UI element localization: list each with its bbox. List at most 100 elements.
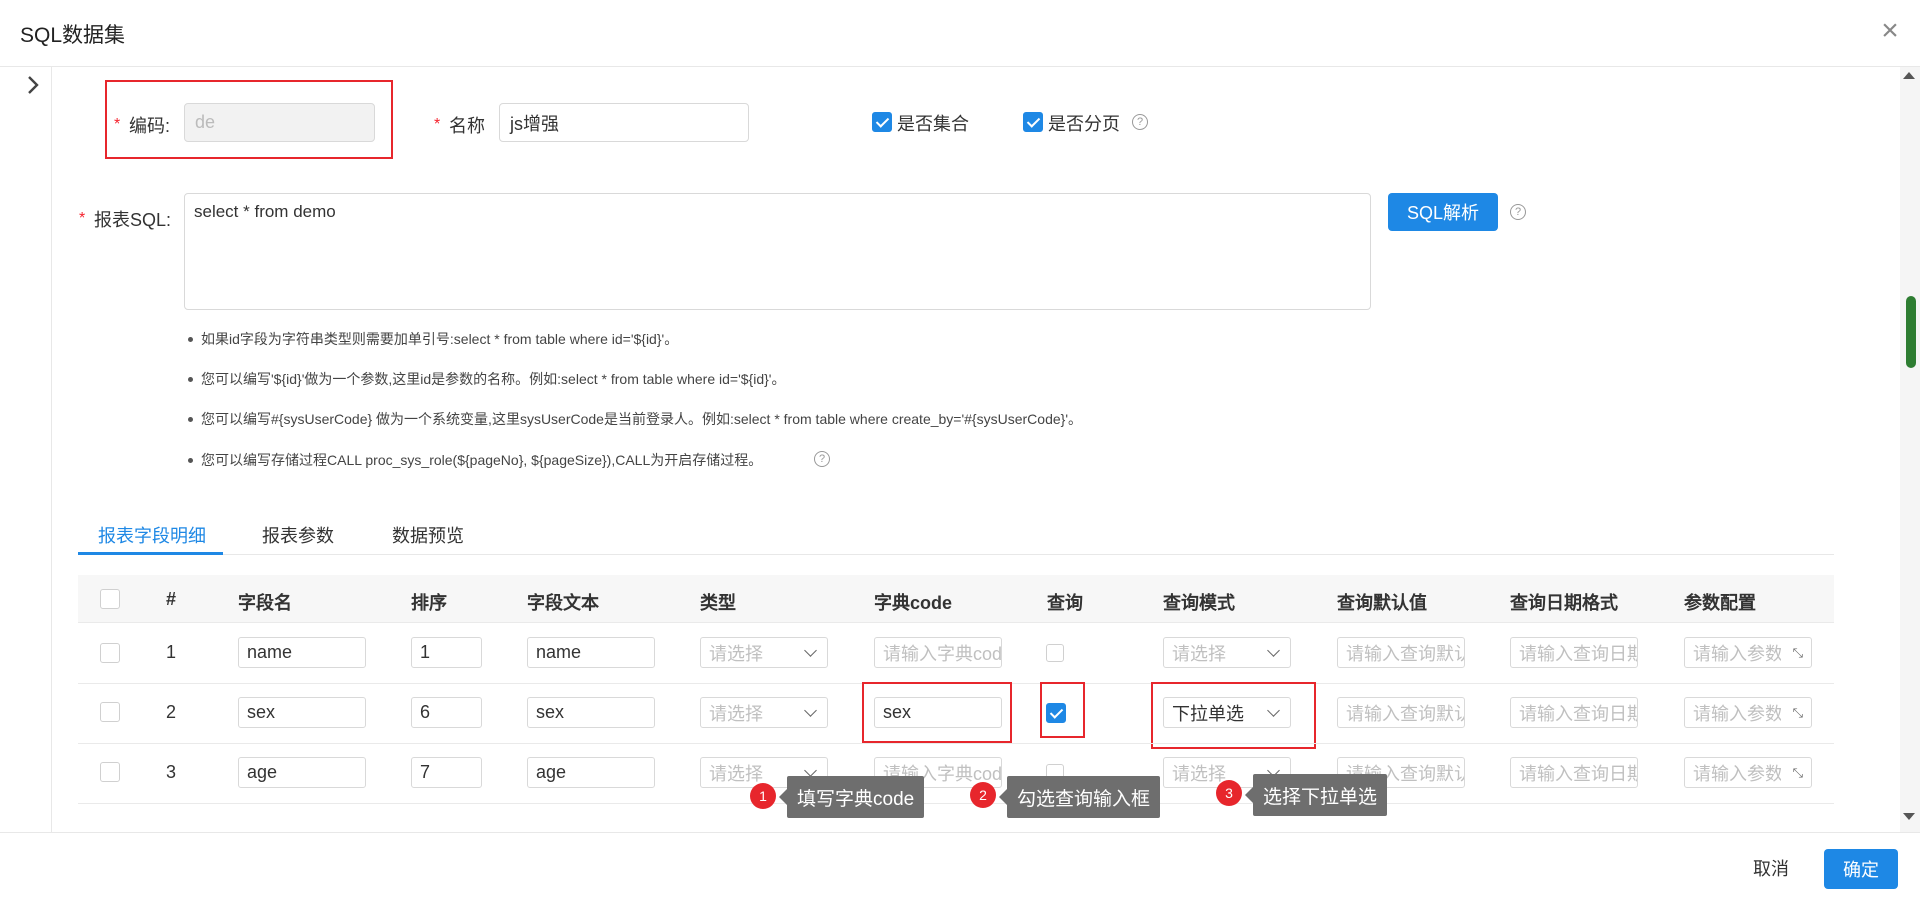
confirm-button[interactable]: 确定 [1824,849,1898,889]
field-name-input[interactable]: age [238,757,366,788]
col-field-text: 字段文本 [527,593,599,613]
col-index: # [166,589,177,609]
field-text-input[interactable]: age [527,757,655,788]
is-paged-label: 是否分页 [1048,114,1120,134]
help-icon[interactable]: ? [814,451,830,467]
sql-textarea[interactable]: select * from demo [184,193,1371,310]
col-type: 类型 [700,593,736,613]
row-checkbox[interactable] [100,643,120,663]
col-query: 查询 [1047,593,1083,613]
side-rail [0,67,52,832]
step-badge: 2 [970,782,996,808]
sql-parse-button[interactable]: SQL解析 [1388,193,1498,231]
help-icon[interactable]: ? [1132,114,1148,130]
field-name-input[interactable]: name [238,637,366,668]
tab-data-preview[interactable]: 数据预览 [392,522,464,548]
is-collection-checkbox[interactable] [872,112,892,132]
row-divider [78,743,1834,744]
row-checkbox[interactable] [100,762,120,782]
scroll-up-arrow[interactable] [1903,72,1915,79]
query-mode-placeholder: 请选择 [1172,763,1226,784]
param-config-input[interactable]: 请输入参数配置 ⤡ [1684,757,1812,788]
col-field-name: 字段名 [238,593,292,613]
name-input[interactable]: js增强 [499,103,749,142]
tip-item: 您可以编写存储过程CALL proc_sys_role(${pageNo}, $… [187,452,763,468]
default-value-input[interactable]: 请输入查询默认值 [1337,697,1465,728]
query-checkbox[interactable] [1046,703,1066,723]
type-select-placeholder: 请选择 [709,763,763,784]
select-all-checkbox[interactable] [100,589,120,609]
required-mark: * [114,116,121,133]
query-mode-value: 下拉单选 [1172,703,1244,724]
expand-icon[interactable]: ⤡ [1793,645,1803,661]
field-text-input[interactable]: name [527,637,655,668]
row-index: 1 [166,642,177,662]
step-badge: 1 [750,783,776,809]
order-input[interactable]: 6 [411,697,482,728]
code-label: 编码: [129,116,171,136]
type-select[interactable]: 请选择 [700,637,828,668]
param-config-input[interactable]: 请输入参数配置 ⤡ [1684,697,1812,728]
modal-footer [0,832,1920,900]
row-divider [78,803,1834,804]
col-date-format: 查询日期格式 [1510,593,1618,613]
help-icon[interactable]: ? [1510,204,1526,220]
dict-code-input[interactable]: sex [874,697,1002,728]
required-mark: * [79,210,86,227]
param-config-placeholder: 请输入参数配置 [1693,763,1781,784]
callout-tooltip: 勾选查询输入框 [998,776,1161,818]
scroll-down-arrow[interactable] [1903,813,1915,820]
chevron-down-icon [804,704,817,717]
date-format-input[interactable]: 请输入查询日期格式 [1510,637,1638,668]
is-paged-checkbox[interactable] [1023,112,1043,132]
col-order: 排序 [411,593,447,613]
scrollbar-track[interactable] [1900,67,1920,832]
row-index: 2 [166,702,177,722]
param-config-placeholder: 请输入参数配置 [1693,643,1781,664]
code-input[interactable]: de [184,103,375,142]
step-badge: 3 [1216,780,1242,806]
date-format-input[interactable]: 请输入查询日期格式 [1510,697,1638,728]
close-icon[interactable]: × [1878,16,1902,46]
tab-field-details[interactable]: 报表字段明细 [98,522,206,548]
callout-tooltip: 填写字典code [778,776,925,818]
type-select[interactable]: 请选择 [700,697,828,728]
expand-icon[interactable]: ⤡ [1793,765,1803,781]
order-input[interactable]: 7 [411,757,482,788]
dict-code-input[interactable]: 请输入字典code [874,637,1002,668]
is-collection-label: 是否集合 [897,114,969,134]
default-value-input[interactable]: 请输入查询默认值 [1337,637,1465,668]
tab-bar [78,508,1834,555]
query-checkbox[interactable] [1046,644,1064,662]
date-format-input[interactable]: 请输入查询日期格式 [1510,757,1638,788]
query-mode-select[interactable]: 下拉单选 [1163,697,1291,728]
active-tab-indicator [78,552,223,555]
field-text-input[interactable]: sex [527,697,655,728]
row-index: 3 [166,762,177,782]
tip-item: 如果id字段为字符串类型则需要加单引号:select * from table … [187,331,679,347]
modal-header [0,0,1920,67]
modal-title: SQL数据集 [20,24,126,47]
cancel-button[interactable]: 取消 [1736,849,1806,887]
tab-report-params[interactable]: 报表参数 [262,522,334,548]
col-param-config: 参数配置 [1684,593,1756,613]
name-label: 名称 [449,116,485,136]
chevron-down-icon [1267,644,1280,657]
required-mark: * [434,116,441,133]
callout-tooltip: 选择下拉单选 [1244,774,1388,816]
param-config-input[interactable]: 请输入参数配置 ⤡ [1684,637,1812,668]
sql-label: 报表SQL: [94,210,172,230]
type-select-placeholder: 请选择 [709,703,763,724]
col-dict-code: 字典code [874,593,953,613]
scrollbar-thumb[interactable] [1906,296,1916,368]
row-checkbox[interactable] [100,702,120,722]
chevron-down-icon [1267,704,1280,717]
chevron-right-icon[interactable] [20,72,46,98]
chevron-down-icon [804,644,817,657]
field-name-input[interactable]: sex [238,697,366,728]
chevron-down-icon [804,764,817,777]
order-input[interactable]: 1 [411,637,482,668]
type-select-placeholder: 请选择 [709,643,763,664]
expand-icon[interactable]: ⤡ [1793,705,1803,721]
query-mode-select[interactable]: 请选择 [1163,637,1291,668]
